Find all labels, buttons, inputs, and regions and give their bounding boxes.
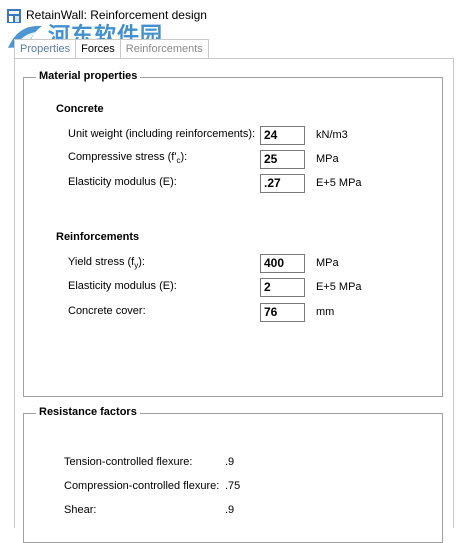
concrete-cover-unit: mm — [316, 306, 335, 318]
compression-flexure-label: Compression-controlled flexure: — [64, 480, 220, 492]
unit-weight-label: Unit weight (including reinforcements): — [68, 128, 256, 140]
compressive-stress-unit: MPa — [316, 153, 339, 165]
unit-weight-input[interactable]: 24 — [260, 126, 305, 145]
tab-strip-baseline — [14, 58, 454, 59]
yield-stress-input[interactable]: 400 — [260, 254, 305, 273]
concrete-cover-input[interactable]: 76 — [260, 303, 305, 322]
tab-properties[interactable]: Properties — [14, 39, 77, 59]
reinforcement-elasticity-unit: E+5 MPa — [316, 281, 362, 293]
reinforcement-elasticity-label: Elasticity modulus (E): — [68, 280, 177, 292]
tension-flexure-label: Tension-controlled flexure: — [64, 456, 193, 468]
tension-flexure-value: .9 — [225, 456, 235, 468]
tab-panel-properties: Material properties Concrete Unit weight… — [14, 58, 454, 543]
compressive-stress-label: Compressive stress (f'c): — [68, 151, 188, 166]
concrete-elasticity-unit: E+5 MPa — [316, 177, 362, 189]
unit-weight-unit: kN/m3 — [316, 129, 348, 141]
resistance-factors-group: Resistance factors Tension-controlled fl… — [23, 406, 443, 543]
app-window: RetainWall: Reinforcement design 河东软件园 w… — [0, 0, 456, 543]
yield-stress-unit: MPa — [316, 257, 339, 269]
concrete-heading: Concrete — [56, 103, 104, 115]
material-properties-title: Material properties — [36, 70, 141, 82]
yield-stress-label: Yield stress (fy): — [68, 256, 145, 271]
concrete-elasticity-input[interactable]: .27 — [260, 174, 305, 193]
tab-forces[interactable]: Forces — [76, 39, 121, 59]
shear-label: Shear: — [64, 504, 97, 516]
shear-value: .9 — [225, 504, 235, 516]
material-properties-group: Material properties Concrete Unit weight… — [23, 70, 443, 397]
title-bar: RetainWall: Reinforcement design — [0, 0, 456, 32]
compressive-stress-input[interactable]: 25 — [260, 150, 305, 169]
reinforcement-elasticity-input[interactable]: 2 — [260, 278, 305, 297]
tab-strip: Properties Forces Reinforcements — [14, 39, 209, 59]
app-icon — [6, 8, 22, 24]
tab-reinforcements[interactable]: Reinforcements — [120, 39, 209, 59]
concrete-cover-label: Concrete cover: — [68, 305, 146, 317]
window-title: RetainWall: Reinforcement design — [26, 8, 207, 22]
concrete-elasticity-label: Elasticity modulus (E): — [68, 176, 177, 188]
compression-flexure-value: .75 — [225, 480, 241, 492]
reinforcements-heading: Reinforcements — [56, 231, 140, 243]
resistance-factors-title: Resistance factors — [36, 406, 140, 418]
